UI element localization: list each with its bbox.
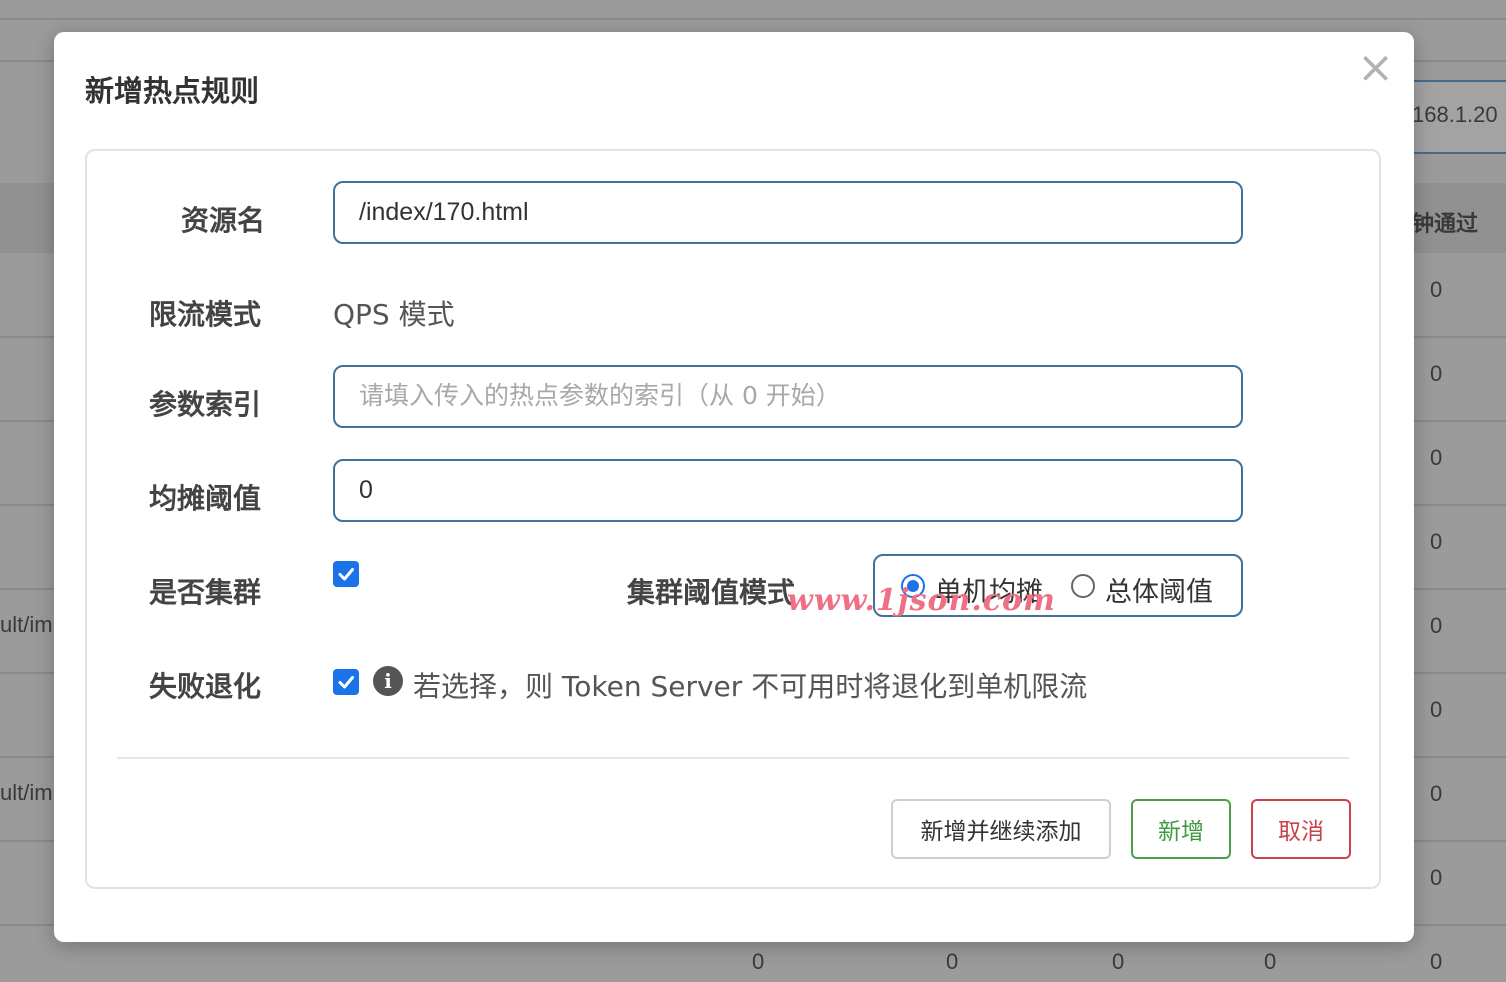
avg-threshold-input[interactable] — [333, 459, 1243, 522]
bg-cell-value: 0 — [1430, 781, 1443, 806]
watermark: www.1json.com — [787, 583, 1056, 618]
bg-cell-value: 0 — [1430, 949, 1443, 974]
cluster-threshold-mode-label: 集群阈值模式 — [627, 576, 796, 609]
radio-global-threshold[interactable] — [1071, 574, 1095, 598]
checkmark-icon — [338, 568, 354, 581]
param-index-label: 参数索引 — [149, 388, 262, 421]
close-icon[interactable]: × — [1357, 46, 1394, 90]
bg-cell-value: 0 — [1430, 277, 1443, 302]
bg-cell-value: 0 — [1430, 613, 1443, 638]
bg-cell-value: 0 — [946, 949, 959, 974]
resource-name-input[interactable] — [333, 181, 1243, 244]
fallback-label: 失败退化 — [149, 670, 262, 703]
bg-cell-value: 0 — [1430, 529, 1443, 554]
add-and-continue-button[interactable]: 新增并继续添加 — [891, 799, 1111, 859]
bg-cell-value: 0 — [1112, 949, 1125, 974]
bg-ip-text: 168.1.20 — [1412, 102, 1498, 127]
bg-cell-value: 0 — [1430, 445, 1443, 470]
cluster-checkbox[interactable] — [333, 561, 359, 587]
limit-mode-label: 限流模式 — [149, 298, 262, 331]
bg-column-header: 钟通过 — [1412, 211, 1479, 236]
footer-divider — [117, 757, 1349, 759]
bg-cell-value: 0 — [1264, 949, 1277, 974]
param-index-input[interactable] — [333, 365, 1243, 428]
fallback-checkbox[interactable] — [333, 669, 359, 695]
cluster-label: 是否集群 — [149, 576, 262, 609]
dialog-title: 新增热点规则 — [85, 74, 260, 108]
resource-name-label: 资源名 — [181, 204, 266, 237]
form-panel: 资源名 限流模式 QPS 模式 参数索引 均摊阈值 是否集群 集群阈值模式 单机… — [85, 149, 1381, 889]
checkmark-icon — [338, 676, 354, 689]
bg-row-divider — [0, 18, 1506, 20]
add-hotspot-rule-dialog: 新增热点规则 × 资源名 限流模式 QPS 模式 参数索引 均摊阈值 是否集群 … — [54, 32, 1414, 942]
add-button[interactable]: 新增 — [1131, 799, 1231, 859]
bg-cell-value: 0 — [1430, 865, 1443, 890]
bg-cell-value: 0 — [1430, 697, 1443, 722]
radio-global-threshold-label[interactable]: 总体阈值 — [1105, 570, 1213, 609]
cancel-button[interactable]: 取消 — [1251, 799, 1351, 859]
bg-cell-value: 0 — [752, 949, 765, 974]
avg-threshold-label: 均摊阈值 — [149, 482, 262, 515]
bg-resource-fragment: ult/im — [0, 780, 53, 805]
info-icon: i — [373, 666, 403, 696]
fallback-help-text: 若选择，则 Token Server 不可用时将退化到单机限流 — [413, 670, 1088, 703]
limit-mode-value: QPS 模式 — [333, 298, 455, 331]
bg-cell-value: 0 — [1430, 361, 1443, 386]
bg-resource-fragment: ult/im — [0, 612, 53, 637]
